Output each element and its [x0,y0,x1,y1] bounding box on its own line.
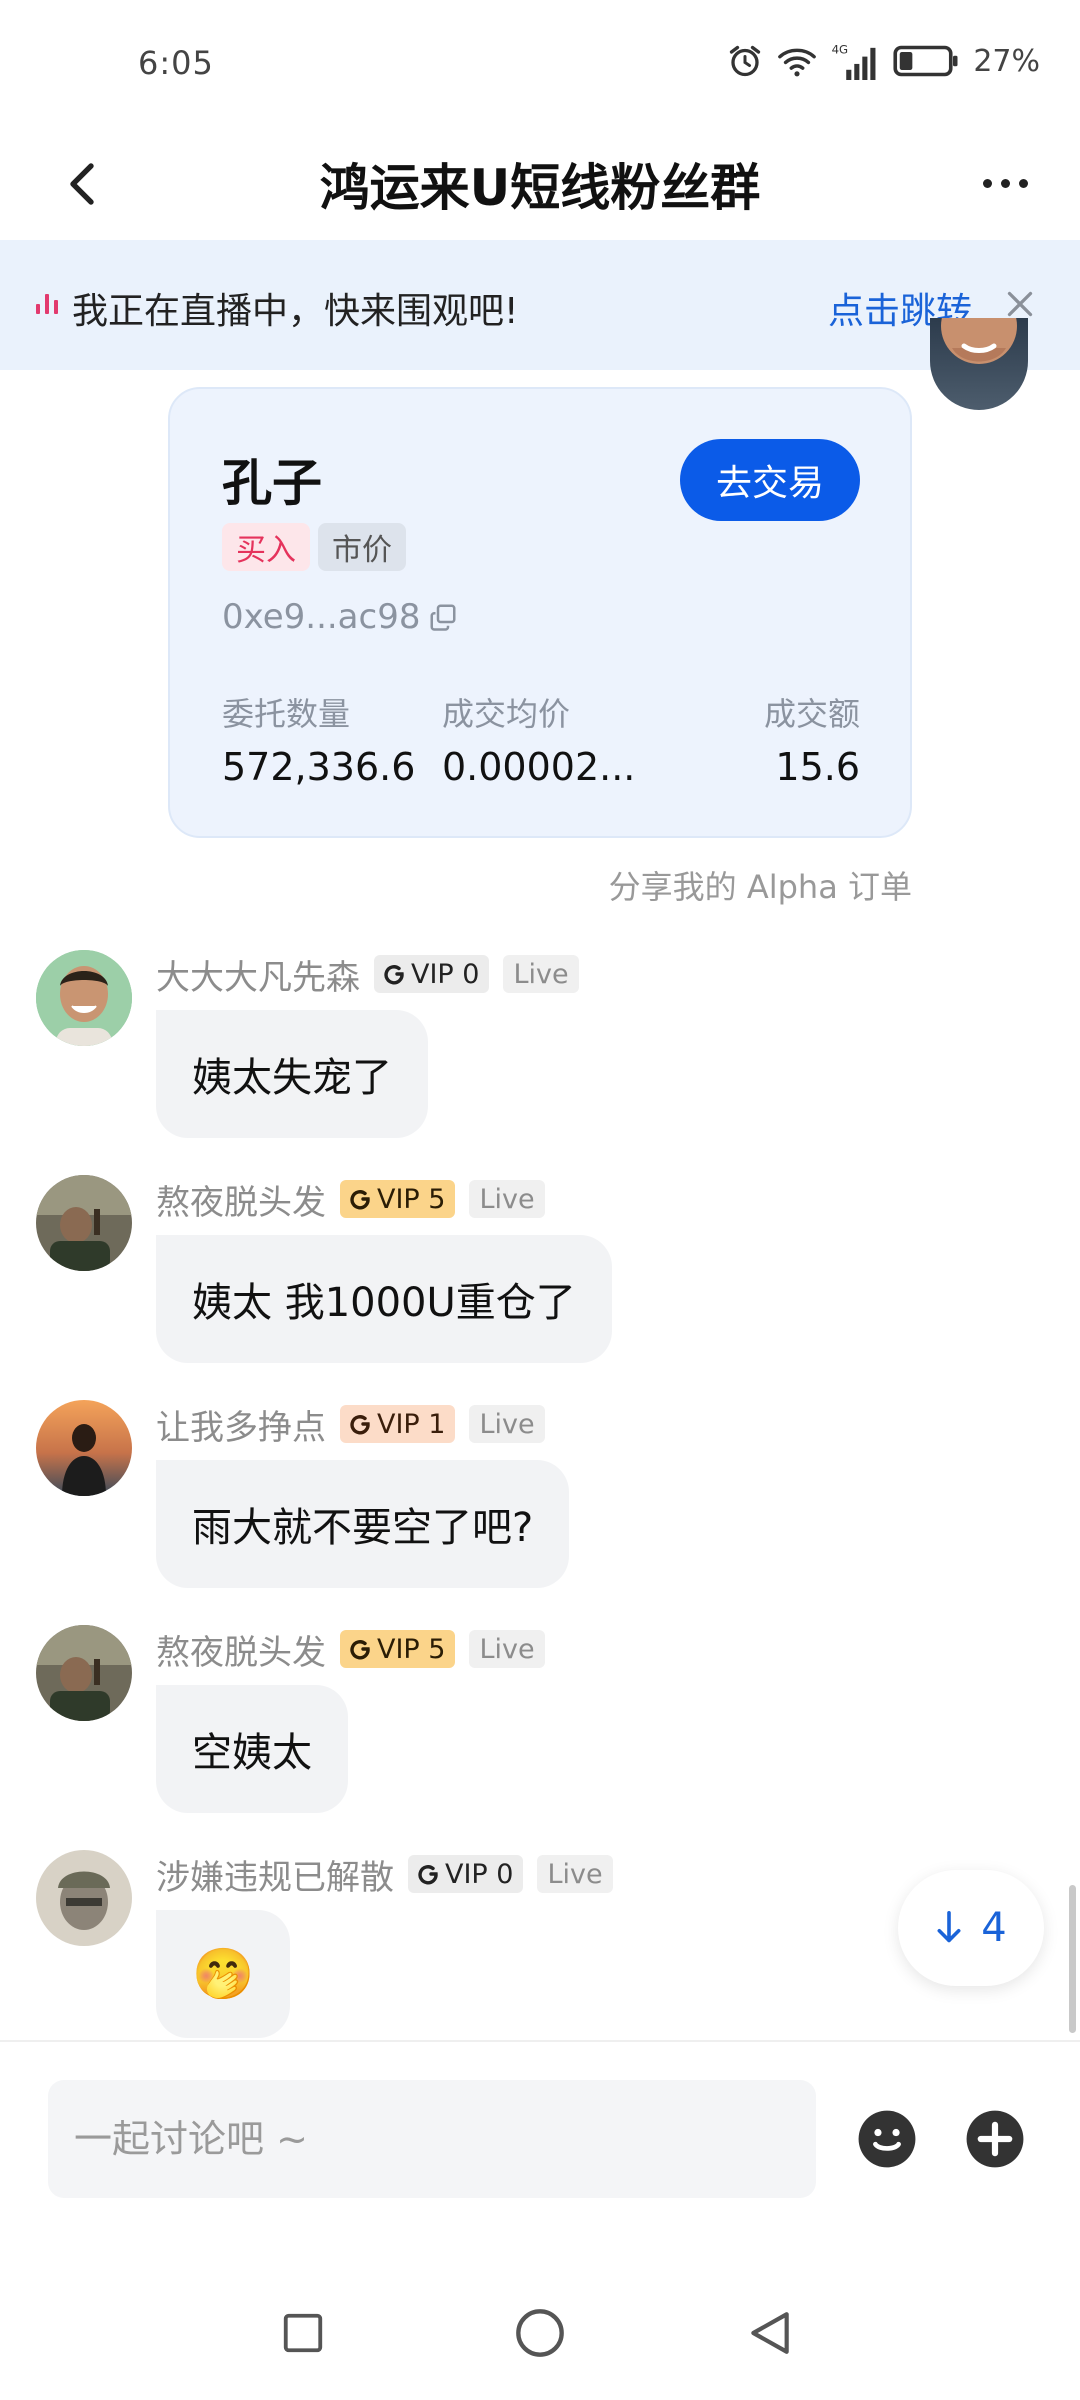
stat-label: 成交额 [763,695,860,733]
vip-mark-icon [350,1640,370,1660]
status-icons: 4G 27% [727,42,1040,80]
battery-icon [893,45,958,77]
own-avatar[interactable] [930,318,1028,410]
market-price-tag: 市价 [318,523,406,571]
vip-mark-icon [384,965,404,985]
buy-tag: 买入 [222,523,310,571]
new-message-count: 4 [981,1905,1007,1951]
alarm-icon [730,45,761,77]
live-bars-icon [36,292,58,314]
close-icon [1007,291,1033,317]
system-nav-bar [0,2270,1080,2400]
nav-back-button[interactable] [735,2298,805,2368]
vip-mark-icon [350,1415,370,1435]
status-bar: 6:05 4G 27% [0,0,1080,130]
vip-mark-icon [350,1190,370,1210]
nickname[interactable]: 大大大凡先森 [156,950,360,999]
vip-level: VIP 0 [445,1858,514,1890]
battery-percentage: 27% [973,43,1040,79]
stat-label: 委托数量 [222,695,351,733]
token-address-text: 0xe9...ac98 [222,597,421,637]
copy-icon[interactable] [428,602,458,632]
live-tag: Live [503,955,579,993]
vip-badge: VIP 5 [340,1630,456,1668]
nickname[interactable]: 让我多挣点 [156,1400,326,1449]
token-address: 0xe9...ac98 [222,597,458,637]
alpha-order-card[interactable]: 孔子 去交易 买入 市价 0xe9...ac98 委托数量 572,336.6 … [168,387,912,838]
page-title: 鸿运来U短线粉丝群 [319,159,761,217]
vip-level: VIP 5 [377,1633,446,1665]
emoji-sticker: 🤭 [192,1944,255,2003]
avatar[interactable] [36,1850,132,1946]
live-tag: Live [469,1630,545,1668]
vip-level: VIP 1 [377,1408,446,1440]
avatar[interactable] [36,1175,132,1271]
message-bubble[interactable]: 🤭 [156,1910,291,2038]
message-bubble[interactable]: 姨太 我1000U重仓了 [156,1235,612,1363]
stat-label: 成交均价 [442,695,571,733]
chat-header: 鸿运来U短线粉丝群 [0,130,1080,240]
trade-button[interactable]: 去交易 [680,439,860,521]
message-header: 大大大凡先森 VIP 0 Live [156,950,579,998]
share-order-caption: 分享我的 Alpha 订单 [608,868,912,906]
vip-mark-icon [418,1865,438,1885]
stat-value: 572,336.6 [222,745,416,789]
emoji-button[interactable] [856,2108,918,2170]
wifi-icon [778,48,817,77]
signal-icon: 4G [832,43,876,80]
nav-square-icon [283,2313,323,2353]
nickname[interactable]: 熬夜脱头发 [156,1175,326,1224]
home-button[interactable] [505,2298,575,2368]
scrollbar[interactable] [1069,1885,1076,2033]
token-name: 孔子 [222,454,322,512]
nav-back-triangle-icon [751,2312,789,2354]
plus-button[interactable] [964,2108,1026,2170]
message-header: 让我多挣点 VIP 1 Live [156,1400,545,1448]
chat-input[interactable] [48,2080,816,2198]
message-header: 涉嫌违规已解散 VIP 0 Live [156,1850,613,1898]
live-banner-text: 我正在直播中，快来围观吧! [72,291,519,332]
stat-turnover: 成交额 15.6 [764,689,860,789]
message-bubble[interactable]: 姨太失宠了 [156,1010,428,1138]
message-header: 熬夜脱头发 VIP 5 Live [156,1175,545,1223]
message-header: 熬夜脱头发 VIP 5 Live [156,1625,545,1673]
live-tag: Live [469,1180,545,1218]
avatar[interactable] [36,1625,132,1721]
message-bubble[interactable]: 雨大就不要空了吧? [156,1460,570,1588]
recents-button[interactable] [268,2298,338,2368]
scroll-to-new-messages-button[interactable]: 4 [898,1870,1044,1986]
vip-badge: VIP 5 [340,1180,456,1218]
vip-level: VIP 0 [411,958,480,990]
input-bar [0,2040,1080,2270]
vip-badge: VIP 0 [408,1855,524,1893]
stat-order-quantity: 委托数量 572,336.6 [222,689,415,789]
network-label: 4G [832,43,849,57]
status-time: 6:05 [138,44,214,82]
live-tag: Live [469,1405,545,1443]
nav-circle-icon [516,2309,564,2357]
live-tag: Live [537,1855,613,1893]
more-button[interactable] [970,158,1040,208]
vip-level: VIP 5 [377,1183,446,1215]
live-banner: 我正在直播中，快来围观吧! 点击跳转 [0,240,1080,370]
live-banner-close-button[interactable] [1002,286,1038,322]
emoji-icon [858,2110,916,2168]
vip-badge: VIP 0 [374,955,490,993]
message-bubble[interactable]: 空姨太 [156,1685,348,1813]
plus-icon [966,2110,1024,2168]
stat-average-price: 成交均价 0.00002... [442,689,635,789]
avatar[interactable] [36,950,132,1046]
vip-badge: VIP 1 [340,1405,456,1443]
avatar[interactable] [36,1400,132,1496]
stat-value: 15.6 [775,745,860,789]
stat-value: 0.00002... [442,745,636,789]
arrow-down-icon [937,1910,961,1943]
more-icon [982,178,992,188]
nickname[interactable]: 涉嫌违规已解散 [156,1850,394,1899]
nickname[interactable]: 熬夜脱头发 [156,1625,326,1674]
